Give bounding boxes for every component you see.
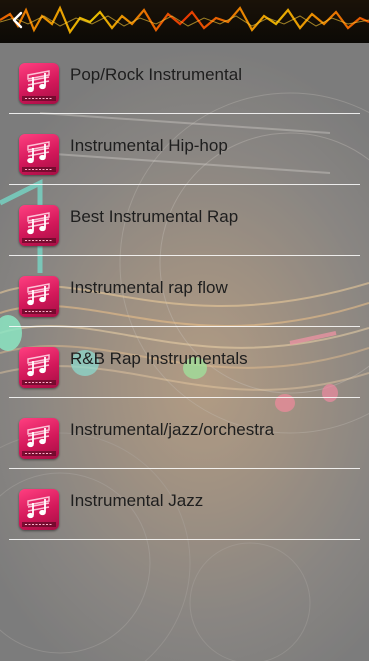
back-button[interactable] — [2, 4, 32, 36]
list-item-label: Pop/Rock Instrumental — [70, 65, 242, 84]
list-item-label: Instrumental rap flow — [70, 278, 228, 297]
category-list: Pop/Rock Instrumental Instrumental Hip-h… — [0, 43, 369, 540]
app-header — [0, 0, 369, 43]
music-notes-icon — [19, 418, 59, 459]
waveform-decoration — [0, 5, 369, 35]
list-item[interactable]: Instrumental Hip-hop — [0, 114, 369, 185]
list-item[interactable]: Instrumental Jazz — [0, 469, 369, 540]
music-notes-icon — [19, 205, 59, 246]
list-item[interactable]: Pop/Rock Instrumental — [0, 43, 369, 114]
list-item[interactable]: Best Instrumental Rap — [0, 185, 369, 256]
music-notes-icon — [19, 276, 59, 317]
list-item[interactable]: Instrumental rap flow — [0, 256, 369, 327]
list-item[interactable]: Instrumental/jazz/orchestra — [0, 398, 369, 469]
list-item-label: Instrumental Jazz — [70, 491, 204, 510]
music-notes-icon — [19, 134, 59, 175]
list-item-label: Instrumental/jazz/orchestra — [70, 420, 275, 439]
list-item-label: Best Instrumental Rap — [70, 207, 239, 226]
music-notes-icon — [19, 347, 59, 388]
music-notes-icon — [19, 489, 59, 530]
chevron-left-icon — [12, 11, 23, 29]
music-notes-icon — [19, 63, 59, 104]
list-item-label: R&B Rap Instrumentals — [70, 349, 248, 368]
list-item[interactable]: R&B Rap Instrumentals — [0, 327, 369, 398]
list-item-label: Instrumental Hip-hop — [70, 136, 228, 155]
